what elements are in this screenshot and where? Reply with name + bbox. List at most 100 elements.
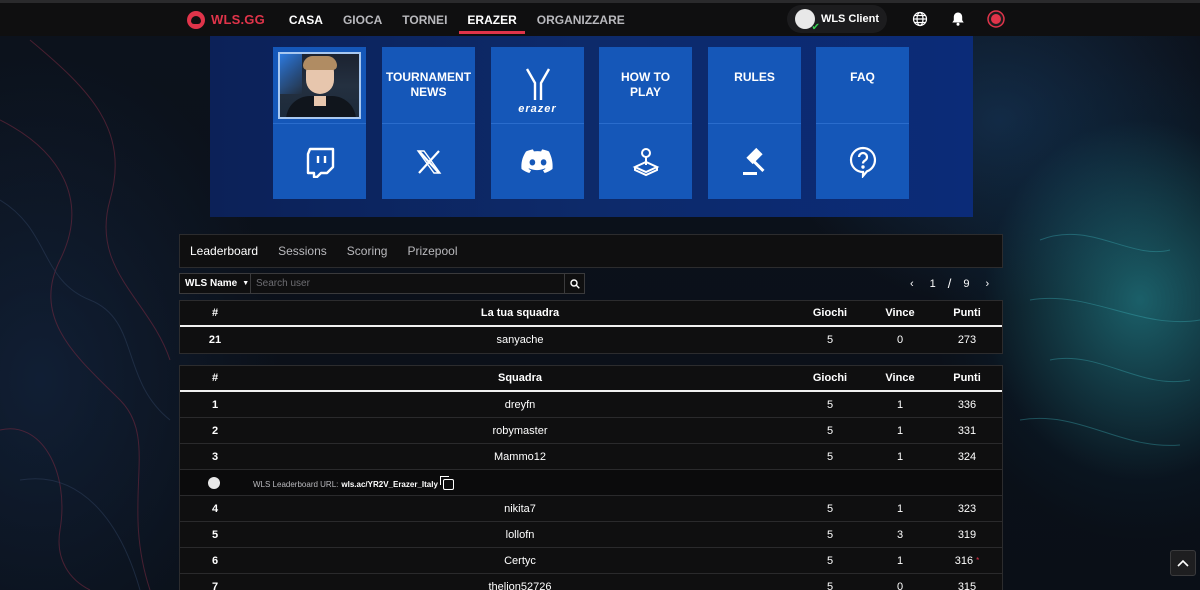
twitch-icon	[306, 147, 334, 178]
my-team-header: # La tua squadra Giochi Vince Punti	[180, 301, 1002, 327]
nav-item-organizzare[interactable]: ORGANIZZARE	[529, 3, 633, 36]
tab-prizepool[interactable]: Prizepool	[407, 244, 457, 258]
table-row[interactable]: 5 lollofn 5 3 319	[180, 522, 1002, 548]
banner-tile-rules: RULES	[708, 47, 801, 199]
points-cell: 273	[957, 334, 977, 346]
search-filter-label: WLS Name	[185, 278, 238, 289]
points-cell: 319	[957, 528, 977, 541]
tournament-news-link[interactable]: TOURNAMENT NEWS	[382, 47, 475, 123]
chevron-up-icon	[1177, 559, 1189, 567]
header-wins: Vince	[885, 307, 915, 319]
my-team-row[interactable]: 21 sanyache 5 0 273	[180, 327, 1002, 353]
tab-leaderboard[interactable]: Leaderboard	[190, 244, 258, 258]
wins-cell: 3	[896, 528, 904, 541]
team-name-cell: lollofn	[505, 528, 535, 541]
joystick-icon	[632, 147, 659, 176]
search-button[interactable]	[565, 273, 585, 294]
twitch-link[interactable]	[273, 123, 366, 199]
points-cell: 336	[957, 398, 977, 411]
team-name-cell: thelion52726	[488, 581, 552, 590]
tab-sessions[interactable]: Sessions	[278, 244, 327, 258]
streamer-photo-tile[interactable]	[273, 47, 366, 123]
x-link[interactable]	[382, 123, 475, 199]
rank-cell: 2	[211, 424, 219, 437]
faq-help-link[interactable]	[816, 123, 909, 199]
faq-title: FAQ	[850, 70, 875, 84]
faq-link[interactable]: FAQ	[816, 47, 909, 123]
table-row[interactable]: 7 thelion52726 5 0 315	[180, 574, 1002, 590]
wins-cell: 1	[896, 450, 904, 463]
tab-scoring[interactable]: Scoring	[347, 244, 388, 258]
search-user-input[interactable]	[251, 273, 565, 294]
points-cell: 316	[954, 554, 974, 567]
points-cell: 324	[957, 450, 977, 463]
points-cell-wrap: 316 *	[950, 548, 984, 573]
points-cell: 331	[957, 424, 977, 437]
rules-title: RULES	[734, 70, 775, 84]
streamer-photo	[278, 52, 361, 119]
wins-cell: 1	[896, 554, 904, 567]
gavel-icon	[742, 147, 765, 175]
team-name-cell: robymaster	[492, 424, 548, 437]
games-cell: 5	[826, 424, 834, 437]
leaderboard-table: # Squadra Giochi Vince Punti 1 dreyfn 5 …	[179, 365, 1003, 590]
table-row[interactable]: 3 Mammo12 5 1 324	[180, 444, 1002, 470]
points-cell: 323	[957, 502, 977, 515]
gavel-link[interactable]	[708, 123, 801, 199]
header-rank: #	[211, 372, 219, 384]
header-wins: Vince	[885, 372, 915, 384]
wins-cell: 1	[896, 398, 904, 411]
how-to-play-title: HOW TO PLAY	[620, 70, 671, 99]
table-row[interactable]: 1 dreyfn 5 1 336	[180, 392, 1002, 418]
brand-logo[interactable]: WLS.GG	[187, 10, 265, 29]
search-filter-select[interactable]: WLS Name ▼	[179, 273, 251, 294]
table-row[interactable]: 6 Certyc 5 1 316 *	[180, 548, 1002, 574]
language-globe-icon[interactable]	[901, 5, 939, 33]
client-avatar-icon	[794, 9, 820, 33]
nav-item-gioca[interactable]: GIOCA	[335, 3, 390, 36]
wls-logo-icon	[187, 10, 205, 29]
erazer-logo-tile[interactable]: erazer	[491, 47, 584, 123]
brand-name: WLS.GG	[211, 12, 265, 27]
header-team: La tua squadra	[480, 307, 560, 319]
marker-star-icon: *	[976, 556, 980, 565]
x-icon	[416, 149, 441, 174]
nav-item-erazer[interactable]: ERAZER	[459, 3, 526, 36]
rank-cell: 5	[211, 528, 219, 541]
client-label: WLS Client	[820, 13, 879, 25]
games-cell: 5	[826, 502, 834, 515]
rank-cell: 7	[211, 581, 219, 590]
points-cell: 315	[957, 581, 977, 590]
rules-link[interactable]: RULES	[708, 47, 801, 123]
leaderboard-url[interactable]: wls.ac/YR2V_Erazer_Italy	[341, 480, 438, 489]
user-avatar-icon[interactable]	[977, 5, 1015, 33]
next-page-icon[interactable]: ›	[986, 278, 990, 290]
erazer-wordmark: erazer	[518, 103, 557, 115]
scroll-to-top-button[interactable]	[1170, 550, 1196, 576]
team-name-cell: dreyfn	[504, 398, 536, 411]
team-name-cell: nikita7	[504, 502, 536, 515]
wls-client-button[interactable]: WLS Client	[786, 5, 887, 33]
nav-item-tornei[interactable]: TORNEI	[394, 3, 455, 36]
search-row: WLS Name ▼	[179, 273, 585, 294]
nav-item-casa[interactable]: CASA	[281, 3, 331, 36]
team-name-cell: sanyache	[496, 334, 544, 346]
rank-cell: 3	[211, 450, 219, 463]
prev-page-icon[interactable]: ‹	[910, 278, 914, 290]
leaderboard-url-label: WLS Leaderboard URL:	[253, 480, 339, 489]
games-cell: 5	[826, 334, 834, 346]
rank-cell: 1	[211, 398, 219, 411]
total-pages: 9	[963, 277, 970, 290]
team-name-cell: Mammo12	[494, 450, 546, 463]
joystick-link[interactable]	[599, 123, 692, 199]
how-to-play-link[interactable]: HOW TO PLAY	[599, 47, 692, 123]
games-cell: 5	[826, 554, 834, 567]
table-row[interactable]: 4 nikita7 5 1 323	[180, 496, 1002, 522]
notifications-bell-icon[interactable]	[939, 5, 977, 33]
rank-cell: 21	[208, 334, 222, 346]
banner-tile-streamer	[273, 47, 366, 199]
copy-icon[interactable]	[439, 476, 454, 490]
table-row[interactable]: 2 robymaster 5 1 331	[180, 418, 1002, 444]
discord-link[interactable]	[491, 123, 584, 199]
discord-icon	[520, 148, 553, 173]
